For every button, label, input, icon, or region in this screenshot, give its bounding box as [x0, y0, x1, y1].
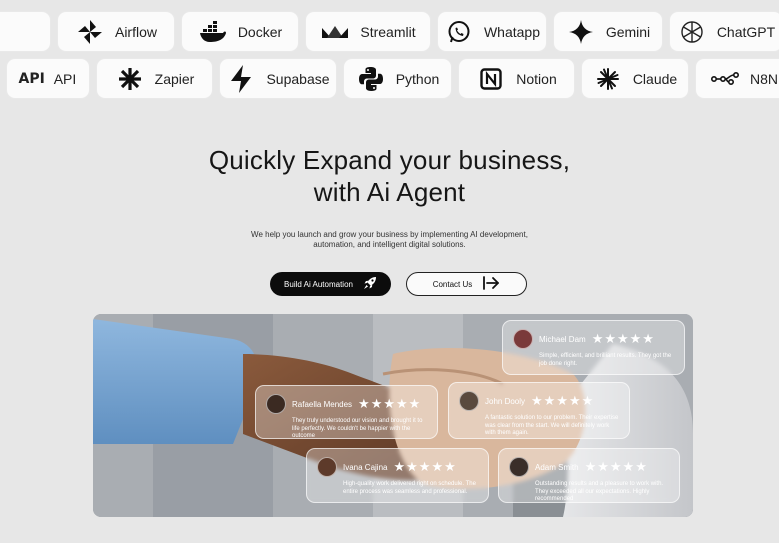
logo-pill-gemini: Gemini: [554, 12, 662, 51]
build-ai-automation-button[interactable]: Build Ai Automation: [270, 272, 391, 296]
hero-title: Quickly Expand your business, with Ai Ag…: [0, 144, 779, 208]
logo-pill-airflow: Airflow: [58, 12, 174, 51]
avatar: [266, 394, 286, 414]
logo-label: Docker: [237, 23, 283, 40]
n8n-icon: [710, 64, 740, 94]
review-text: They truly understood our vision and bro…: [292, 418, 423, 439]
avatar: [317, 457, 337, 477]
hero-subtitle: We help you launch and grow your busines…: [0, 230, 779, 250]
chatgpt-icon: [677, 17, 707, 47]
supabase-icon: [226, 64, 256, 94]
star-rating: ★★★★★: [531, 393, 595, 408]
python-icon: [356, 64, 386, 94]
contact-us-label: Contact Us: [432, 279, 473, 289]
logo-label: Notion: [516, 70, 557, 87]
reviewer-name: John Dooly: [485, 396, 526, 406]
gemini-icon: [566, 17, 596, 47]
contact-us-button[interactable]: Contact Us: [406, 272, 527, 296]
logo-label: Claude: [632, 70, 678, 87]
hero-subtitle-line-2: automation, and intelligent digital solu…: [313, 240, 466, 249]
notion-icon: [476, 64, 506, 94]
logo-label: Zapier: [154, 70, 195, 87]
star-rating: ★★★★★: [393, 459, 457, 474]
logo-label: Streamlit: [360, 23, 416, 40]
rocket-icon: [363, 276, 377, 292]
docker-icon: [198, 17, 228, 47]
logo-pill-streamlit: Streamlit: [306, 12, 430, 51]
zapier-icon: [115, 64, 145, 94]
hero-title-line-1: Quickly Expand your business,: [208, 145, 571, 175]
review-text: High-quality work delivered right on sch…: [343, 481, 476, 495]
avatar: [509, 457, 529, 477]
logo-pill-partial: [0, 12, 50, 51]
star-rating: ★★★★★: [358, 396, 422, 411]
testimonial-card-michael-dam: Michael Dam ★★★★★ Simple, efficient, and…: [502, 320, 685, 375]
logo-pill-docker: Docker: [182, 12, 298, 51]
api-icon: API: [18, 70, 45, 87]
reviewer-name: Adam Smith: [535, 462, 579, 472]
logo-label: N8N: [749, 70, 778, 87]
logo-label: Whatapp: [483, 23, 541, 40]
streamlit-icon: [320, 17, 350, 47]
testimonial-card-adam-smith: Adam Smith ★★★★★ Outstanding results and…: [498, 448, 680, 503]
build-ai-automation-label: Build Ai Automation: [284, 279, 353, 289]
logo-label: API: [53, 70, 77, 87]
integration-logos-row-1: Airflow Docker Streamlit Whatapp Gemini …: [0, 12, 779, 51]
logo-pill-chatgpt: ChatGPT: [670, 12, 779, 51]
avatar: [513, 329, 533, 349]
logo-pill-api: API API: [7, 59, 89, 98]
logo-pill-notion: Notion: [459, 59, 574, 98]
logo-label: Python: [395, 70, 440, 87]
testimonial-card-john-dooly: John Dooly ★★★★★ A fantastic solution to…: [448, 382, 630, 439]
airflow-icon: [75, 17, 105, 47]
star-rating: ★★★★★: [591, 331, 655, 346]
hero-title-line-2: with Ai Agent: [313, 177, 466, 207]
review-text: Outstanding results and a pleasure to wo…: [535, 481, 664, 502]
logo-pill-supabase: Supabase: [220, 59, 336, 98]
reviewer-name: Michael Dam: [539, 334, 586, 344]
logo-pill-zapier: Zapier: [97, 59, 212, 98]
testimonial-card-ivana-cajina: Ivana Cajina ★★★★★ High-quality work del…: [306, 448, 489, 503]
avatar: [459, 391, 479, 411]
logo-label: Supabase: [266, 70, 330, 87]
arrow-right-to-bar-icon: [482, 276, 500, 292]
reviewer-name: Ivana Cajina: [343, 462, 388, 472]
review-text: Simple, efficient, and brilliant results…: [539, 353, 672, 367]
logo-pill-whatsapp: Whatapp: [438, 12, 546, 51]
logo-label: Airflow: [114, 23, 157, 40]
logo-pill-claude: Claude: [582, 59, 688, 98]
whatsapp-icon: [444, 17, 474, 47]
claude-icon: [593, 64, 623, 94]
handshake-image: Michael Dam ★★★★★ Simple, efficient, and…: [93, 314, 693, 517]
reviewer-name: Rafaella Mendes: [292, 399, 353, 409]
logo-pill-n8n: N8N: [696, 59, 779, 98]
logo-pill-python: Python: [344, 59, 451, 98]
testimonial-card-rafaella-mendes: Rafaella Mendes ★★★★★ They truly underst…: [255, 385, 438, 439]
integration-logos-row-2: API API Zapier Supabase Python Notion Cl…: [7, 59, 779, 98]
logo-label: ChatGPT: [716, 23, 776, 40]
star-rating: ★★★★★: [584, 459, 648, 474]
hero-subtitle-line-1: We help you launch and grow your busines…: [251, 230, 528, 239]
logo-label: Gemini: [605, 23, 651, 40]
review-text: A fantastic solution to our problem. The…: [485, 415, 619, 436]
